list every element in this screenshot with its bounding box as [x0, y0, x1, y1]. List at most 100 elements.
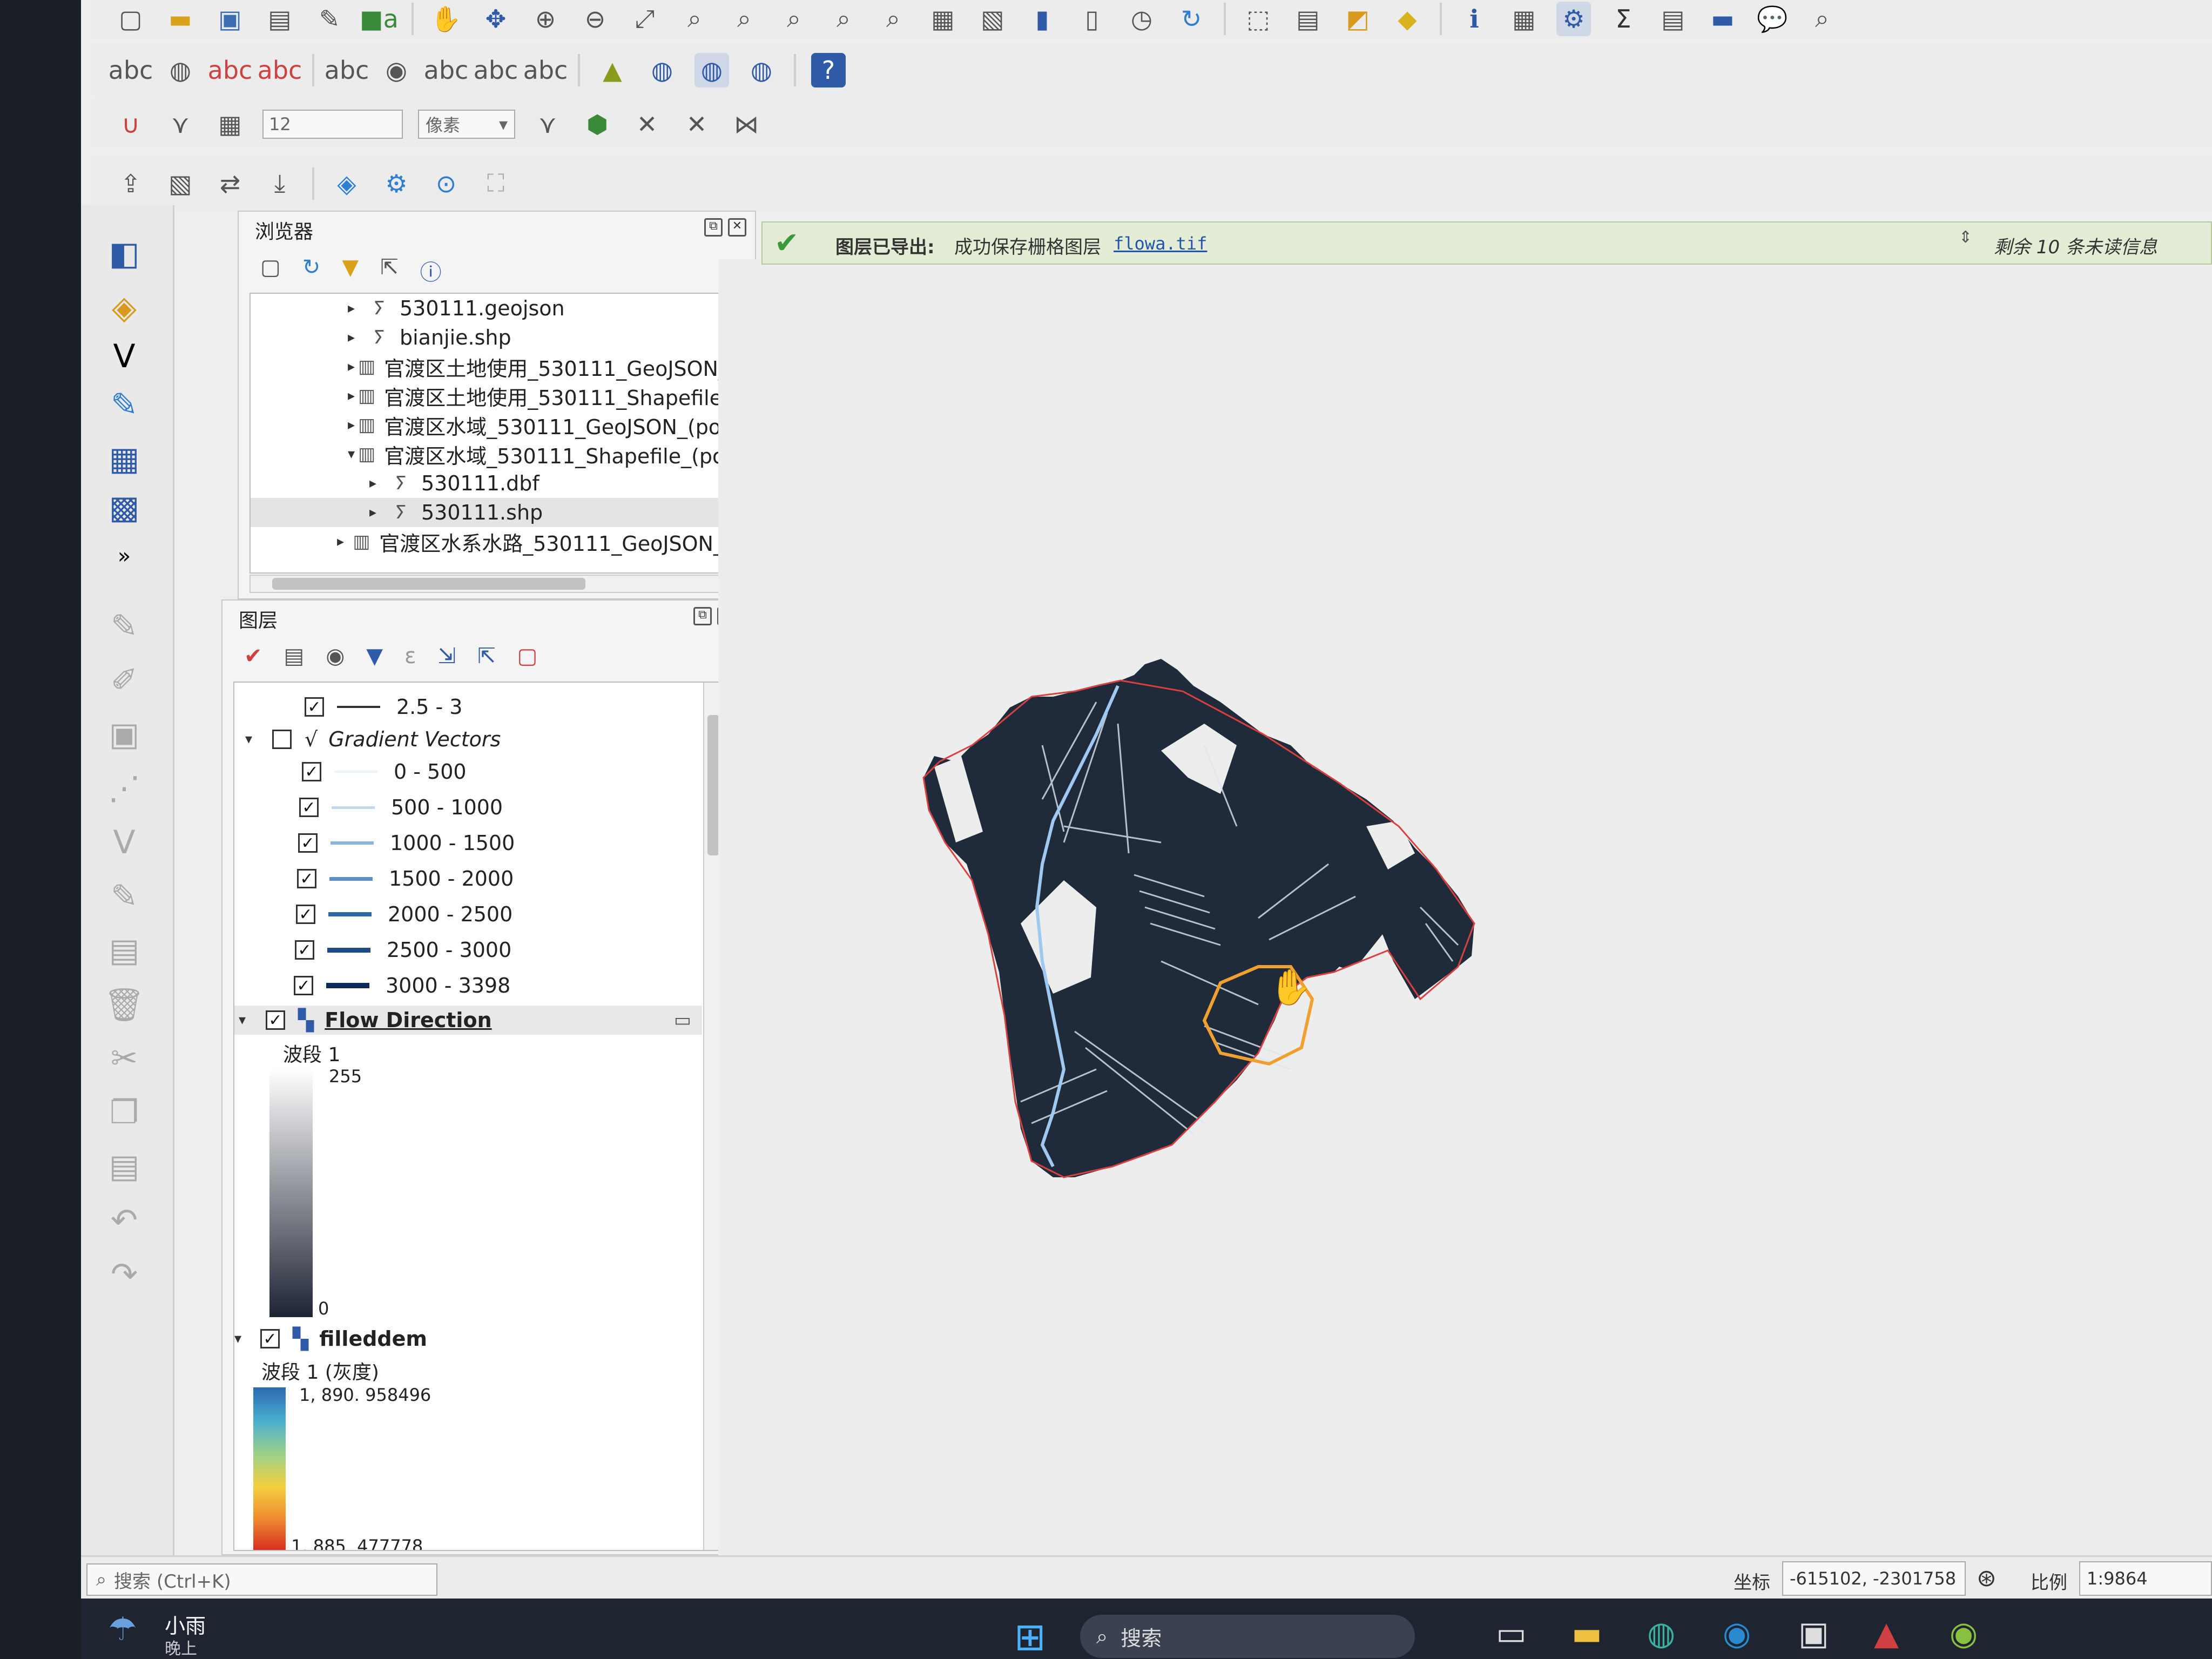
- browser-item[interactable]: ▸ ▥ 官渡区水域_530111_GeoJSON_(poi: [251, 410, 727, 440]
- legend-class-row[interactable]: ✓ 1000 - 1500: [234, 828, 702, 858]
- message-scroll-icon[interactable]: ⇕: [1959, 228, 1972, 247]
- zoom-next-icon[interactable]: ⌕: [876, 2, 911, 36]
- temporal-controller-icon[interactable]: ◷: [1124, 2, 1159, 36]
- expand-icon[interactable]: ⛶: [478, 166, 513, 201]
- checkbox[interactable]: ✓: [295, 940, 314, 960]
- label-style-icon[interactable]: ◍: [163, 53, 198, 87]
- snap-intersection-icon[interactable]: ⬢: [580, 107, 615, 141]
- field-calculator-icon[interactable]: ▤: [1656, 2, 1690, 36]
- topology-editing-icon[interactable]: ⋎: [530, 107, 565, 141]
- self-snapping-icon[interactable]: ✕: [679, 107, 714, 141]
- checkbox[interactable]: ✓: [266, 1010, 285, 1030]
- browser-item[interactable]: ▸ ▥ 官渡区土地使用_530111_GeoJSON_: [251, 352, 729, 381]
- checkbox[interactable]: ✓: [305, 697, 324, 717]
- attribute-table-icon[interactable]: ▦: [1507, 2, 1541, 36]
- app-icon[interactable]: ▣: [1798, 1615, 1829, 1653]
- map-canvas[interactable]: ✋: [718, 259, 2212, 1555]
- snapping-type-icon[interactable]: ▦: [213, 107, 247, 141]
- label-highlight-icon[interactable]: abc: [258, 53, 302, 87]
- checkbox[interactable]: ✓: [299, 798, 319, 817]
- collapse-all-icon[interactable]: ⇱: [380, 255, 399, 286]
- locator-search-input[interactable]: ⌕ 搜索 (Ctrl+K): [86, 1563, 437, 1596]
- checkbox[interactable]: ✓: [294, 976, 313, 995]
- checkbox[interactable]: ✓: [296, 905, 315, 924]
- pan-to-selection-icon[interactable]: ✥: [478, 2, 513, 36]
- zoom-last-icon[interactable]: ⌕: [826, 2, 861, 36]
- legend-class-row[interactable]: ✓ 2000 - 2500: [234, 900, 702, 929]
- statistics-icon[interactable]: Σ: [1606, 2, 1641, 36]
- checkbox[interactable]: ✓: [298, 833, 318, 853]
- trash-icon[interactable]: 🗑: [100, 983, 149, 1026]
- show-bookmarks-icon[interactable]: ▯: [1075, 2, 1109, 36]
- browser-item[interactable]: ▸ ⵢ 530111.dbf: [251, 469, 724, 498]
- filter-expression-icon[interactable]: ε: [404, 644, 416, 669]
- close-panel-icon[interactable]: ✕: [728, 218, 746, 237]
- label-rotate-icon[interactable]: abc: [424, 53, 469, 87]
- browser-item[interactable]: ▸ ⵢ bianjie.shp: [251, 323, 724, 352]
- browser-item[interactable]: ▸ ▥ 官渡区土地使用_530111_Shapefile_(: [251, 381, 740, 410]
- label-move-icon[interactable]: abc: [325, 53, 369, 87]
- redo-icon[interactable]: ↷: [100, 1253, 149, 1296]
- paste-icon[interactable]: ▤: [100, 1145, 149, 1188]
- text-annotation-icon[interactable]: ■a: [360, 2, 399, 36]
- browser-hscrollbar[interactable]: [249, 575, 725, 593]
- save-project-icon[interactable]: ▣: [213, 2, 247, 36]
- refresh-icon[interactable]: ↻: [1174, 2, 1209, 36]
- collapse-arrow-icon[interactable]: ▾: [348, 446, 355, 462]
- collapse-arrow-icon[interactable]: ▾: [239, 1012, 255, 1028]
- add-group-icon[interactable]: ▤: [284, 644, 305, 669]
- processing-toolbox-icon[interactable]: ⚙: [1556, 2, 1591, 36]
- pencil-icon[interactable]: ✎: [100, 605, 149, 648]
- export-icon[interactable]: ⇪: [113, 166, 148, 201]
- refresh-icon[interactable]: ↻: [302, 255, 321, 286]
- label-change-icon[interactable]: abc: [474, 53, 518, 87]
- new-project-icon[interactable]: ▢: [113, 2, 148, 36]
- legend-class-row[interactable]: ✓ 500 - 1000: [234, 793, 702, 822]
- expand-arrow-icon[interactable]: ▸: [348, 417, 355, 433]
- checkbox[interactable]: ✓: [297, 869, 316, 888]
- expand-arrow-icon[interactable]: ▸: [369, 475, 386, 491]
- app-icon[interactable]: ▲: [1874, 1615, 1899, 1653]
- edge-browser-icon[interactable]: ◍: [1647, 1615, 1675, 1653]
- select-location-icon[interactable]: ◆: [1390, 2, 1425, 36]
- legend-class-row[interactable]: ✓ 2500 - 3000: [234, 935, 702, 965]
- properties-info-icon[interactable]: ⓘ: [420, 255, 442, 286]
- collapse-arrow-icon[interactable]: ▾: [245, 731, 261, 747]
- new-3d-view-icon[interactable]: ▧: [975, 2, 1010, 36]
- add-raster-icon[interactable]: ▦: [100, 437, 149, 481]
- collapse-all-icon[interactable]: ⇱: [477, 644, 496, 669]
- collapse-arrow-icon[interactable]: ▾: [234, 1331, 251, 1347]
- cut-icon[interactable]: ✂: [100, 1037, 149, 1080]
- globe-add-icon[interactable]: ◍: [645, 53, 679, 87]
- task-view-icon[interactable]: ▭: [1496, 1615, 1527, 1653]
- delete-icon[interactable]: ▤: [100, 929, 149, 972]
- checkbox[interactable]: ✓: [302, 762, 321, 781]
- snap-options-icon[interactable]: ⋈: [729, 107, 764, 141]
- legend-class-row[interactable]: ✓ 1500 - 2000: [234, 864, 702, 893]
- label-pin-icon[interactable]: abc: [208, 53, 253, 87]
- snapping-mode-icon[interactable]: ⋎: [163, 107, 198, 141]
- add-vector-icon[interactable]: ◈: [100, 286, 149, 329]
- tracing-icon[interactable]: ✕: [630, 107, 664, 141]
- file-explorer-icon[interactable]: ▬: [1572, 1615, 1602, 1653]
- measure-icon[interactable]: ▬: [1705, 2, 1740, 36]
- edit-pencil-icon[interactable]: ✐: [100, 659, 149, 702]
- select-by-value-icon[interactable]: ▤: [1291, 2, 1325, 36]
- windows-start-icon[interactable]: ⊞: [1014, 1615, 1046, 1659]
- select-features-icon[interactable]: ⬚: [1241, 2, 1276, 36]
- scrollbar-thumb[interactable]: [272, 578, 585, 590]
- expand-arrow-icon[interactable]: ▸: [348, 300, 364, 316]
- app-icon[interactable]: ◉: [1950, 1615, 1978, 1653]
- expand-arrow-icon[interactable]: ▸: [348, 388, 355, 404]
- label-tool-icon[interactable]: abc: [109, 53, 153, 87]
- label-properties-icon[interactable]: abc: [523, 53, 568, 87]
- vertex-tool-icon[interactable]: V: [100, 821, 149, 864]
- scale-field[interactable]: 1:9864: [2079, 1561, 2212, 1596]
- undo-icon[interactable]: ↶: [100, 1199, 149, 1242]
- remove-layer-icon[interactable]: ▢: [517, 644, 538, 669]
- lock-scale-icon[interactable]: ⊛: [1977, 1564, 1997, 1592]
- zoom-in-icon[interactable]: ⊕: [528, 2, 563, 36]
- visibility-eye-icon[interactable]: ◉: [326, 644, 345, 669]
- download-icon[interactable]: ⤓: [262, 166, 297, 201]
- add-selected-icon[interactable]: ▢: [260, 255, 281, 286]
